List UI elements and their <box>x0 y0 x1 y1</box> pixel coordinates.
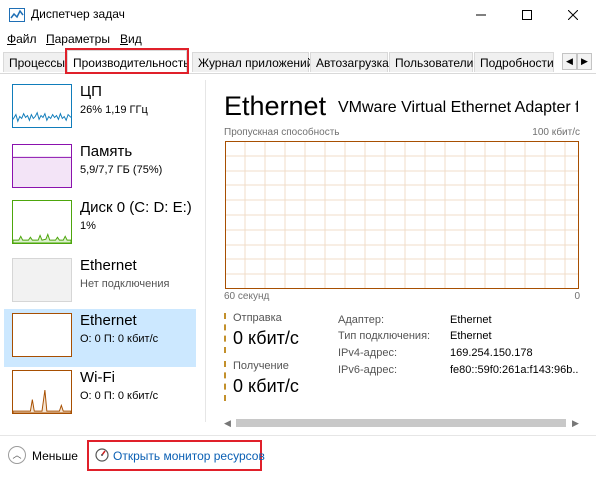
tab-scroll-left-button[interactable]: ◀ <box>562 53 577 70</box>
menu-view[interactable]: Вид <box>120 32 142 46</box>
menu-parameters-label: араметры <box>54 32 110 46</box>
throughput-graph <box>225 141 579 289</box>
sidebar-item-title: Диск 0 (C: D: E:) <box>80 199 192 216</box>
info-value-ipv6: fe80::59f0:261a:f143:96b... <box>450 364 578 376</box>
sidebar-item-title: Ethernet <box>80 257 137 274</box>
tab-details[interactable]: Подробности <box>474 52 554 72</box>
tab-startup[interactable]: Автозагрузка <box>310 52 389 72</box>
window-title: Диспетчер задач <box>31 7 125 21</box>
throughput-max: 100 кбит/с <box>532 127 580 138</box>
sidebar-item-ethernet[interactable]: Ethernet О: 0 П: 0 кбит/с <box>4 309 196 367</box>
minimize-icon <box>476 14 486 16</box>
tab-app-history[interactable]: Журнал приложений <box>192 52 313 72</box>
receive-indicator <box>224 361 226 401</box>
close-button[interactable] <box>550 0 596 30</box>
receive-value: 0 кбит/с <box>233 376 299 396</box>
footer-separator <box>0 435 596 436</box>
menu-file-label: айл <box>16 32 37 46</box>
menu-view-label: ид <box>128 32 142 46</box>
sidebar-item-title: Ethernet <box>80 312 137 329</box>
memory-thumbnail-graph <box>12 144 72 188</box>
scroll-right-arrow-icon[interactable]: ▶ <box>572 418 579 429</box>
sidebar-item-subtitle: 1% <box>80 220 96 232</box>
maximize-button[interactable] <box>504 0 550 30</box>
sidebar-item-wifi[interactable]: Wi-Fi О: 0 П: 0 кбит/с <box>4 366 196 424</box>
tab-performance-highlight <box>65 48 189 74</box>
sidebar-item-title: Wi-Fi <box>80 369 115 386</box>
info-key-ipv6: IPv6-адрес: <box>338 364 398 376</box>
menu-file[interactable]: Файл <box>7 32 37 46</box>
sidebar-item-title: Память <box>80 143 133 160</box>
adapter-name: VMware Virtual Ethernet Adapter fo... <box>338 99 578 116</box>
sidebar-item-subtitle: Нет подключения <box>80 278 170 290</box>
maximize-icon <box>522 10 532 20</box>
open-resource-monitor-link[interactable]: Открыть монитор ресурсов <box>113 449 265 463</box>
sidebar-item-subtitle: 5,9/7,7 ГБ (75%) <box>80 164 163 176</box>
send-value: 0 кбит/с <box>233 328 299 348</box>
graph-axis-end: 0 <box>574 291 580 302</box>
throughput-label: Пропускная способность <box>224 127 340 138</box>
info-value-adapter: Ethernet <box>450 314 492 326</box>
send-label: Отправка <box>233 312 282 324</box>
tab-scroll-right-button[interactable]: ▶ <box>577 53 592 70</box>
pane-divider[interactable] <box>205 80 206 422</box>
caret-right-icon: ▶ <box>581 56 588 66</box>
menu-parameters[interactable]: Параметры <box>46 32 110 46</box>
scrollbar-thumb[interactable] <box>236 419 566 427</box>
send-indicator <box>224 313 226 353</box>
tab-users[interactable]: Пользователи <box>389 52 473 72</box>
ethernet-thumbnail-graph <box>12 258 72 302</box>
minimize-button[interactable] <box>458 0 504 30</box>
task-manager-icon <box>9 8 25 22</box>
tab-processes[interactable]: Процессы <box>3 52 67 72</box>
scroll-left-arrow-icon[interactable]: ◀ <box>224 418 231 429</box>
graph-axis-start: 60 секунд <box>224 291 270 302</box>
menu-parameters-accel: П <box>46 32 55 46</box>
close-icon <box>568 10 578 20</box>
sidebar-item-title: ЦП <box>80 83 102 100</box>
wifi-thumbnail-graph <box>12 370 72 414</box>
sidebar-item-memory[interactable]: Память 5,9/7,7 ГБ (75%) <box>4 140 196 198</box>
receive-label: Получение <box>233 360 289 372</box>
info-key-adapter: Адаптер: <box>338 314 385 326</box>
sidebar-item-subtitle: О: 0 П: 0 кбит/с <box>80 390 159 402</box>
page-title: Ethernet <box>224 91 327 121</box>
chevron-up-icon: ︿ <box>12 450 22 460</box>
caret-left-icon: ◀ <box>566 56 573 66</box>
sidebar-item-subtitle: 26% 1,19 ГГц <box>80 104 148 116</box>
cpu-thumbnail-graph <box>12 84 72 128</box>
sidebar-item-ethernet-disconnected[interactable]: Ethernet Нет подключения <box>4 254 196 312</box>
sidebar-item-subtitle: О: 0 П: 0 кбит/с <box>80 333 159 345</box>
disk-thumbnail-graph <box>12 200 72 244</box>
fewer-details-button[interactable]: ︿ <box>8 446 26 464</box>
resource-monitor-icon <box>95 448 109 462</box>
menu-file-accel: Ф <box>7 32 17 46</box>
info-key-connection-type: Тип подключения: <box>338 330 431 342</box>
fewer-details-label[interactable]: Меньше <box>32 449 78 463</box>
menu-view-accel: В <box>120 32 129 46</box>
info-key-ipv4: IPv4-адрес: <box>338 347 398 359</box>
sidebar-item-disk[interactable]: Диск 0 (C: D: E:) 1% <box>4 196 196 254</box>
ethernet-thumbnail-graph <box>12 313 72 357</box>
info-value-ipv4: 169.254.150.178 <box>450 347 533 359</box>
sidebar-item-cpu[interactable]: ЦП 26% 1,19 ГГц <box>4 80 196 138</box>
info-value-connection-type: Ethernet <box>450 330 492 342</box>
